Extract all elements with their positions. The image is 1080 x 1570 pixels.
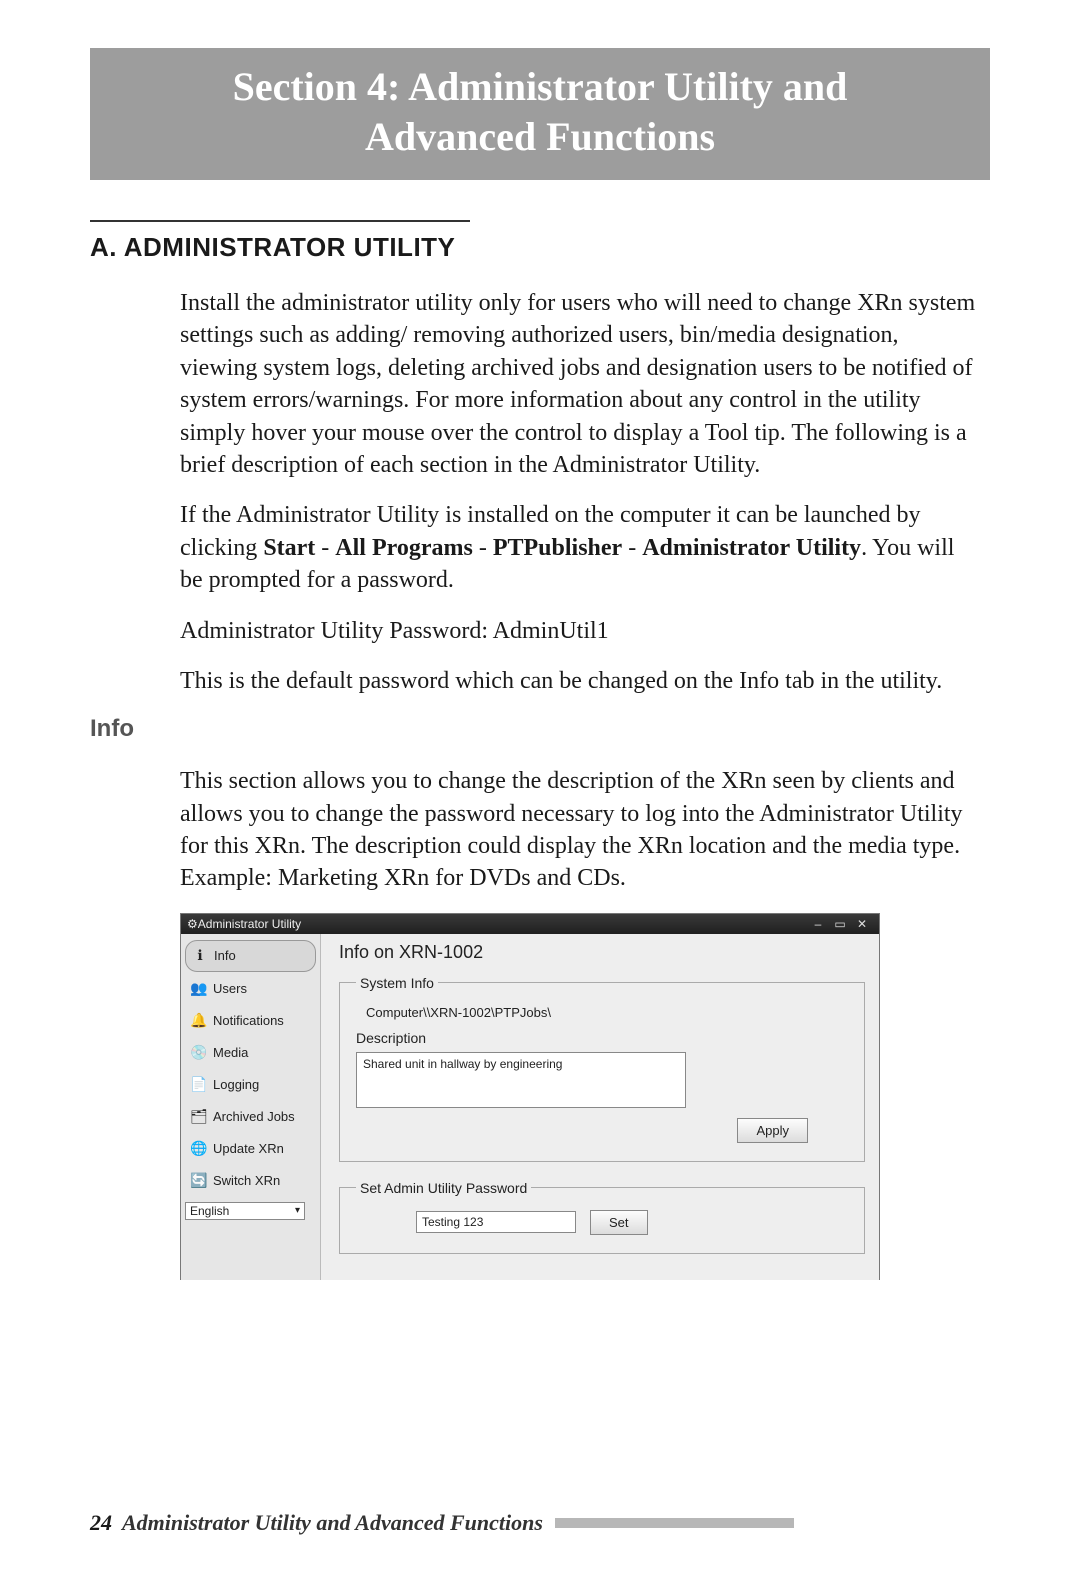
- set-button[interactable]: Set: [590, 1210, 648, 1235]
- footer-title: Administrator Utility and Advanced Funct…: [122, 1510, 543, 1536]
- sidebar-item-label: Archived Jobs: [213, 1109, 295, 1124]
- section-title-banner: Section 4: Administrator Utility and Adv…: [90, 48, 990, 180]
- admin-utility-window: ⚙ Administrator Utility – ▭ ✕ ℹ Info 👥 U…: [180, 913, 880, 1280]
- sidebar-item-label: Users: [213, 981, 247, 996]
- system-info-legend: System Info: [356, 975, 438, 991]
- computer-path: Computer\\XRN-1002\PTPJobs\: [366, 1005, 848, 1020]
- content-pane: Info on XRN-1002 System Info Computer\\X…: [321, 934, 879, 1280]
- paragraph-info: This section allows you to change the de…: [180, 765, 980, 895]
- sidebar-item-media[interactable]: 💿 Media: [185, 1038, 316, 1068]
- banner-line-1: Section 4: Administrator Utility and: [100, 62, 980, 112]
- app-icon: ⚙: [187, 917, 198, 931]
- apply-button[interactable]: Apply: [737, 1118, 808, 1143]
- log-icon: 📄: [189, 1075, 209, 1095]
- sidebar-item-label: Update XRn: [213, 1141, 284, 1156]
- description-label: Description: [356, 1030, 848, 1046]
- maximize-button[interactable]: ▭: [829, 917, 851, 931]
- language-selected: English: [190, 1204, 229, 1218]
- sidebar-item-label: Switch XRn: [213, 1173, 280, 1188]
- sidebar-item-label: Logging: [213, 1077, 259, 1092]
- sidebar-item-update[interactable]: 🌐 Update XRn: [185, 1134, 316, 1164]
- title-bar[interactable]: ⚙ Administrator Utility – ▭ ✕: [181, 914, 879, 934]
- sidebar-item-label: Notifications: [213, 1013, 284, 1028]
- minimize-button[interactable]: –: [807, 917, 829, 931]
- paragraph-2: If the Administrator Utility is installe…: [180, 499, 980, 596]
- paragraph-3: Administrator Utility Password: AdminUti…: [180, 615, 980, 647]
- paragraph-1: Install the administrator utility only f…: [180, 287, 980, 481]
- description-input[interactable]: Shared unit in hallway by engineering: [356, 1052, 686, 1108]
- close-button[interactable]: ✕: [851, 917, 873, 931]
- sidebar-item-users[interactable]: 👥 Users: [185, 974, 316, 1004]
- paragraph-4: This is the default password which can b…: [180, 665, 980, 697]
- app-title: Administrator Utility: [198, 917, 301, 931]
- page-footer: 24 Administrator Utility and Advanced Fu…: [0, 1510, 1080, 1536]
- info-icon: ℹ: [190, 946, 210, 966]
- password-legend: Set Admin Utility Password: [356, 1180, 531, 1196]
- system-info-group: System Info Computer\\XRN-1002\PTPJobs\ …: [339, 975, 865, 1162]
- content-heading: Info on XRN-1002: [339, 942, 865, 963]
- sidebar-item-notifications[interactable]: 🔔 Notifications: [185, 1006, 316, 1036]
- subheading-info: Info: [90, 715, 990, 743]
- globe-icon: 🌐: [189, 1139, 209, 1159]
- divider: [90, 220, 470, 222]
- banner-line-2: Advanced Functions: [100, 112, 980, 162]
- sidebar-item-switch[interactable]: 🔄 Switch XRn: [185, 1166, 316, 1196]
- archive-icon: 🗂: [189, 1107, 209, 1127]
- disc-icon: 💿: [189, 1043, 209, 1063]
- sidebar-item-archived[interactable]: 🗂 Archived Jobs: [185, 1102, 316, 1132]
- footer-divider: [555, 1518, 990, 1528]
- users-icon: 👥: [189, 979, 209, 999]
- sidebar-item-label: Media: [213, 1045, 248, 1060]
- chevron-down-icon: ▾: [295, 1205, 300, 1216]
- sidebar: ℹ Info 👥 Users 🔔 Notifications 💿 Media 📄…: [181, 934, 321, 1280]
- sidebar-item-info[interactable]: ℹ Info: [185, 940, 316, 972]
- section-heading: A. ADMINISTRATOR UTILITY: [90, 232, 990, 263]
- language-dropdown[interactable]: English ▾: [185, 1202, 305, 1220]
- password-input[interactable]: Testing 123: [416, 1211, 576, 1233]
- password-group: Set Admin Utility Password Testing 123 S…: [339, 1180, 865, 1254]
- sidebar-item-label: Info: [214, 948, 236, 963]
- page-number: 24: [90, 1510, 112, 1536]
- sidebar-item-logging[interactable]: 📄 Logging: [185, 1070, 316, 1100]
- bell-icon: 🔔: [189, 1011, 209, 1031]
- switch-icon: 🔄: [189, 1171, 209, 1191]
